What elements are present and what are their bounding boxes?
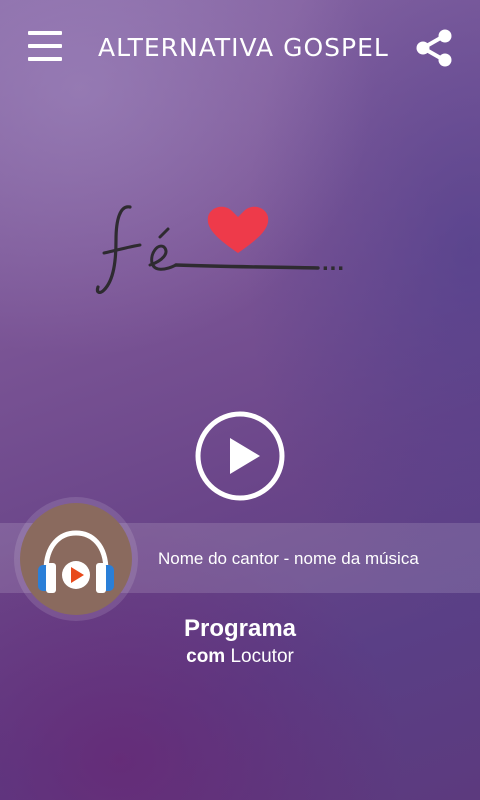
fe-logo: ... (90, 195, 380, 305)
app-title: ALTERNATIVA GOSPEL (98, 33, 389, 62)
program-host-name: Locutor (230, 646, 294, 667)
program-host: com Locutor (0, 646, 480, 668)
menu-button[interactable] (28, 31, 62, 61)
share-icon (416, 29, 452, 67)
top-bar: ALTERNATIVA GOSPEL (0, 0, 480, 100)
share-button[interactable] (414, 28, 454, 68)
play-button[interactable] (194, 410, 286, 502)
logo-ellipsis: ... (322, 249, 346, 276)
headphones-icon (38, 530, 114, 593)
play-icon (195, 411, 285, 501)
now-playing-text: Nome do cantor - nome da música (158, 549, 419, 568)
program-host-prefix: com (186, 646, 226, 667)
program-title: Programa (183, 615, 297, 642)
hamburger-menu-icon (28, 31, 62, 35)
